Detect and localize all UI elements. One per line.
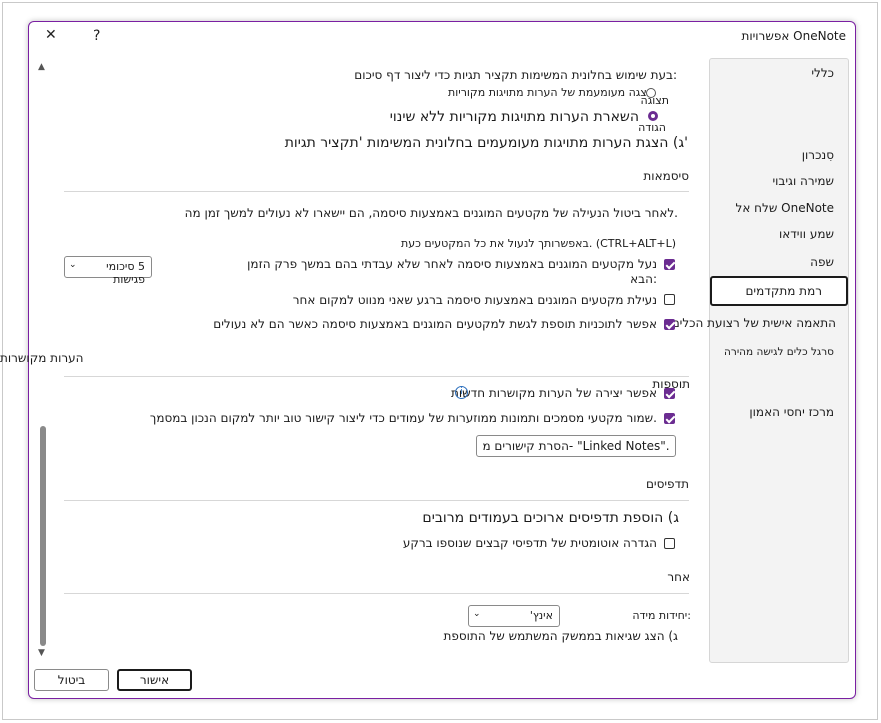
divider [64,593,689,594]
divider [64,500,689,501]
passwords-shortcut-note: באפשרותך לנעול את כל המקטעים כעת. (CTRL+… [401,237,676,250]
show-addin-errors-label: ג) הצג שגיאות בממשק המשתמש של התוספת [443,629,679,643]
lock-after-select[interactable]: 5 סיכומי פגישות ⌄ [64,256,152,286]
allow-addins-checkbox[interactable] [664,319,675,330]
allow-addins-label: אפשר לתוכניות תוספת לגשת למקטעים המוגנים… [213,317,657,331]
summary-keep-radio[interactable] [648,111,658,121]
units-select-value: אינץ' [529,609,553,622]
sidebar-item-send-to-onenote[interactable]: שלח אל OneNote [736,201,834,215]
sidebar-item-trust-center[interactable]: מרכז יחסי האמון [749,405,834,419]
sidebar-item-audio-video[interactable]: שמע ווידאו [779,227,834,241]
summary-show-label: הצגה מעומעמת של הערות מתויגות מקוריות [448,86,654,99]
sidebar-item-customize-ribbon[interactable]: התאמה אישית של רצועת הכלים [672,316,836,330]
linked-notes-heading: הערות מקושרות [0,351,84,365]
lock-after-label: נעל מקטעים המוגנים באמצעות סיסמה לאחר של… [247,257,657,271]
help-icon[interactable]: ? [93,28,100,44]
other-heading: אחר [667,570,690,584]
passwords-heading: סיסמאות [643,169,689,183]
ok-button[interactable]: אישור [117,669,192,691]
divider [64,376,689,377]
passwords-desc: לאחר ביטול הנעילה של מקטעים המוגנים באמצ… [184,206,678,220]
summary-keep-label: השארת הערות מתויגות מקוריות ללא שינוי [389,109,639,125]
sidebar-item-language[interactable]: שפה [810,255,834,269]
sidebar-item-general[interactable]: כללי [811,66,834,80]
scroll-up-icon[interactable]: ▲ [38,62,45,72]
sidebar-item-save-backup[interactable]: שמירה וגיבוי [772,174,834,188]
summary-keep-tag: הגודה [638,121,666,134]
auto-bg-printouts-label: הגדרה אוטומטית של תדפיסי קבצים שנוספו בר… [402,536,657,550]
lock-on-leave-checkbox[interactable] [664,294,675,305]
summary-heading: בעת שימוש בחלונית המשימות תקציר תגיות כד… [354,68,677,82]
remove-links-button[interactable]: הסרת קישורים מ- "Linked Notes". [476,435,676,457]
summary-show-tag: תצוגה [640,94,669,107]
keep-doc-sections-label: שמור מקטעי מסמכים ותמונות ממוזערות של עמ… [149,411,657,425]
summary-dimmed-label: ג) הצגת הערות מתויגות מעומעמים בחלונית ה… [284,135,688,151]
sidebar-item-sync[interactable]: סִנכרון [802,148,834,162]
info-icon[interactable]: i [455,386,468,399]
scroll-down-icon[interactable]: ▼ [38,648,45,658]
lock-on-leave-label: נעילת מקטעים המוגנים באמצעות סיסמה ברגע … [292,293,657,307]
chevron-down-icon: ⌄ [69,260,77,270]
units-label: יחידות מידה: [632,609,691,622]
insert-long-printouts-label: ג) הוספת תדפיסים ארוכים בעמודים מרובים [422,510,679,526]
sidebar-item-quick-access-toolbar[interactable]: סרגל כלים לגישה מהירה [724,346,834,358]
dialog-title: אפשרויות OneNote [741,29,846,43]
cancel-button[interactable]: ביטול [34,669,109,691]
lock-after-checkbox[interactable] [664,259,675,270]
close-icon[interactable]: ✕ [45,27,57,43]
units-select[interactable]: אינץ' ⌄ [468,605,560,627]
keep-doc-sections-checkbox[interactable] [664,413,675,424]
sidebar-item-advanced[interactable]: רמת מתקדמים [710,276,848,306]
printouts-heading: תדפיסים [645,477,689,491]
allow-linked-notes-checkbox[interactable] [664,388,675,399]
divider [64,191,689,192]
lock-after-label-2: הבא: [630,272,657,286]
auto-bg-printouts-checkbox[interactable] [664,538,675,549]
chevron-down-icon: ⌄ [473,609,481,619]
scroll-thumb[interactable] [40,426,46,646]
allow-linked-notes-label: אפשר יצירה של הערות מקושרות חדשות [451,386,657,400]
